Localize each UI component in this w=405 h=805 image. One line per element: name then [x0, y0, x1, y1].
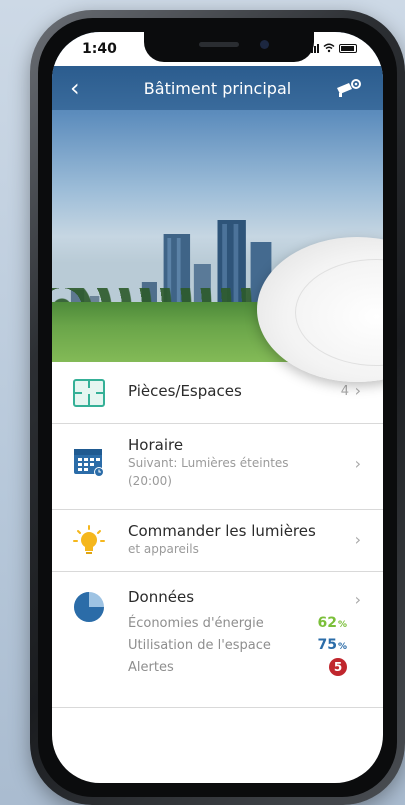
phone-screen: 1:40 ‹ Bâtiment principal Pièces/Espaces… [52, 32, 383, 783]
chevron-right-icon: › [354, 454, 361, 473]
list-item-lights[interactable]: Commander les lumières et appareils › [52, 510, 383, 572]
metric-space: Utilisation de l'espace 75% [128, 634, 383, 656]
metric-energy: Économies d'énergie 62% [128, 612, 383, 634]
chevron-right-icon: › [354, 590, 361, 609]
list-item-data[interactable]: Données Économies d'énergie 62% Utilisat… [52, 572, 383, 708]
metric-alerts: Alertes 5 [128, 656, 383, 678]
front-camera [260, 40, 269, 49]
calendar-icon [74, 449, 104, 477]
chevron-right-icon: › [354, 381, 361, 400]
alerts-count-badge: 5 [329, 658, 347, 676]
list-item-schedule[interactable]: Horaire Suivant: Lumières éteintes (20:0… [52, 424, 383, 510]
status-icons [308, 43, 357, 53]
chevron-right-icon: › [354, 530, 361, 549]
battery-icon [339, 43, 357, 53]
back-button[interactable]: ‹ [70, 74, 80, 102]
phone-notch [144, 32, 314, 62]
floorplan-icon [73, 379, 105, 407]
menu-list: Pièces/Espaces 4 › Horaire Suivant: Lumi… [52, 362, 383, 708]
lights-title: Commander les lumières [128, 522, 316, 540]
pie-chart-icon [74, 592, 104, 622]
nav-bar: ‹ Bâtiment principal [52, 66, 383, 110]
page-title: Bâtiment principal [143, 78, 292, 98]
metric-energy-value: 62% [317, 615, 347, 631]
lightbulb-icon [73, 525, 105, 554]
speaker-grille [199, 42, 239, 47]
lights-subtitle: et appareils [128, 542, 199, 556]
phone-frame: 1:40 ‹ Bâtiment principal Pièces/Espaces… [30, 10, 405, 805]
data-title: Données [128, 588, 195, 606]
metrics-list: Économies d'énergie 62% Utilisation de l… [128, 612, 383, 678]
camera-settings-icon[interactable] [335, 78, 363, 98]
rooms-count: 4 [340, 384, 349, 399]
schedule-subtitle: Suivant: Lumières éteintes (20:00) [128, 456, 289, 488]
metric-space-label: Utilisation de l'espace [128, 637, 271, 653]
wifi-icon [323, 43, 335, 53]
status-time: 1:40 [82, 41, 117, 57]
metric-space-value: 75% [317, 637, 347, 653]
phone-bezel: 1:40 ‹ Bâtiment principal Pièces/Espaces… [38, 18, 397, 797]
metric-energy-label: Économies d'énergie [128, 615, 264, 631]
metric-alerts-label: Alertes [128, 659, 174, 675]
schedule-title: Horaire [128, 436, 184, 454]
